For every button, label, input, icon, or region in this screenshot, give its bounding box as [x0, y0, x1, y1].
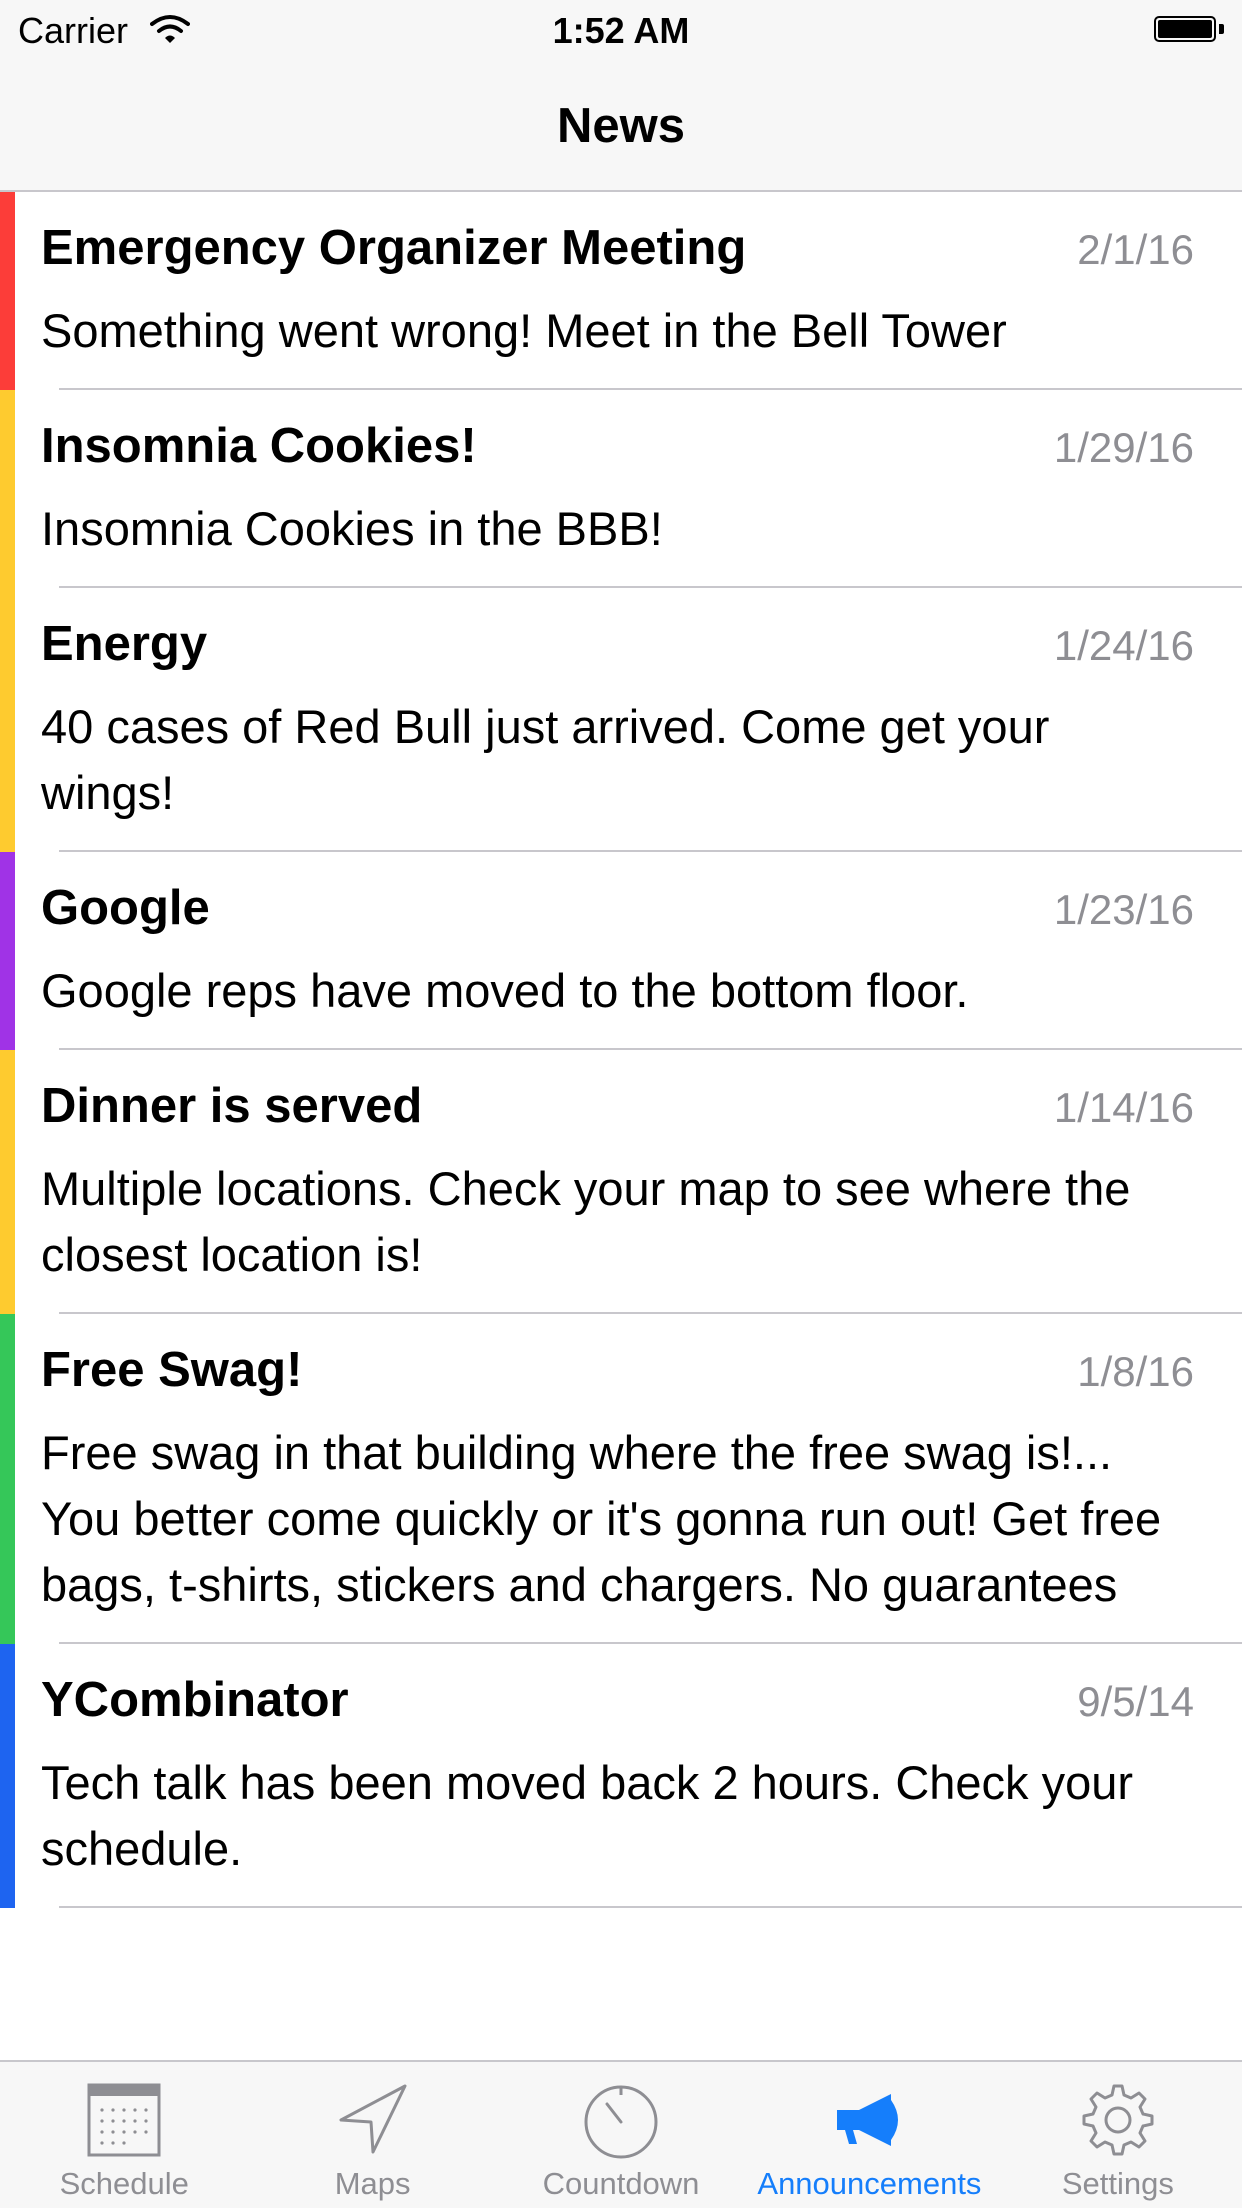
- announcement-title: Google: [41, 881, 210, 935]
- announcement-title: YCombinator: [41, 1673, 349, 1727]
- announcement-row[interactable]: Emergency Organizer Meeting 2/1/16 Somethi…: [0, 192, 1242, 390]
- calendar-icon: [87, 2083, 161, 2157]
- announcement-row[interactable]: Google 1/23/16 Google reps have moved to t…: [0, 852, 1242, 1050]
- tab-label: Announcements: [757, 2166, 982, 2201]
- announcement-title: Free Swag!: [41, 1343, 303, 1397]
- announcement-body: Insomnia Cookies in the BBB!: [41, 502, 663, 555]
- announcement-body: Multiple locations. Check your map to se…: [41, 1162, 1131, 1281]
- announcement-header: YCombinator 9/5/14: [41, 1670, 1194, 1730]
- announcement-title: Dinner is served: [41, 1079, 423, 1133]
- announcement-body: Something went wrong! Meet in the Bell T…: [41, 304, 1007, 357]
- tab-maps[interactable]: Maps: [248, 2062, 496, 2208]
- announcement-header: Insomnia Cookies! 1/29/16: [41, 416, 1194, 476]
- row-separator: [59, 1906, 1242, 1908]
- category-color-bar: [0, 852, 15, 1050]
- status-time: 1:52 AM: [552, 10, 690, 51]
- tab-label: Countdown: [542, 2166, 700, 2201]
- announcement-row[interactable]: Free Swag! 1/8/16 Free swag in that buildi…: [0, 1314, 1242, 1644]
- announcement-row[interactable]: Insomnia Cookies! 1/29/16 Insomnia Cookies…: [0, 390, 1242, 588]
- tab-bar: Schedule Maps Countdown Announcements Se…: [0, 2060, 1242, 2208]
- category-color-bar: [0, 1644, 15, 1908]
- announcement-body: Tech talk has been moved back 2 hours. C…: [41, 1756, 1134, 1875]
- announcement-title: Emergency Organizer Meeting: [41, 221, 747, 275]
- announcement-title: Insomnia Cookies!: [41, 419, 477, 473]
- announcement-header: Free Swag! 1/8/16: [41, 1340, 1194, 1400]
- announcement-body: Google reps have moved to the bottom flo…: [41, 964, 969, 1017]
- tab-label: Schedule: [59, 2166, 189, 2201]
- announcement-date: 1/23/16: [1053, 886, 1194, 933]
- announcement-body: 40 cases of Red Bull just arrived. Come …: [41, 700, 1050, 819]
- category-color-bar: [0, 192, 15, 390]
- announcement-row[interactable]: Energy 1/24/16 40 cases of Red Bull just a…: [0, 588, 1242, 852]
- category-color-bar: [0, 588, 15, 852]
- announcement-header: Emergency Organizer Meeting 2/1/16: [41, 218, 1194, 278]
- navigation-bar: News: [0, 60, 1242, 192]
- announcement-date: 2/1/16: [1077, 226, 1194, 273]
- announcement-date: 9/5/14: [1077, 1678, 1194, 1725]
- announcement-header: Dinner is served 1/14/16: [41, 1076, 1194, 1136]
- announcement-list: Emergency Organizer Meeting 2/1/16 Somethi…: [0, 192, 1242, 1908]
- tab-announcements[interactable]: Announcements: [745, 2062, 993, 2208]
- tab-label: Settings: [1061, 2166, 1174, 2201]
- category-color-bar: [0, 1050, 15, 1314]
- announcement-date: 1/24/16: [1053, 622, 1194, 669]
- announcement-header: Google 1/23/16: [41, 878, 1194, 938]
- announcement-row[interactable]: Dinner is served 1/14/16 Multiple location…: [0, 1050, 1242, 1314]
- status-bar: Carrier 1:52 AM: [0, 0, 1242, 60]
- gear-icon: [1082, 2084, 1154, 2156]
- announcement-date: 1/8/16: [1077, 1348, 1194, 1395]
- location-arrow-icon: [339, 2084, 407, 2154]
- announcement-header: Energy 1/24/16: [41, 614, 1194, 674]
- battery-icon: [1154, 16, 1224, 44]
- announcement-title: Energy: [41, 617, 208, 671]
- tab-schedule[interactable]: Schedule: [0, 2062, 248, 2208]
- announcement-date: 1/14/16: [1053, 1084, 1194, 1131]
- tab-countdown[interactable]: Countdown: [497, 2062, 745, 2208]
- page-title: News: [556, 99, 685, 153]
- announcement-body: Free swag in that building where the fre…: [41, 1426, 1162, 1611]
- tab-label: Maps: [334, 2166, 411, 2201]
- announcement-date: 1/29/16: [1053, 424, 1194, 471]
- tab-settings[interactable]: Settings: [994, 2062, 1242, 2208]
- category-color-bar: [0, 390, 15, 588]
- announcement-row[interactable]: YCombinator 9/5/14 Tech talk has been move…: [0, 1644, 1242, 1908]
- stopwatch-icon: [584, 2085, 658, 2159]
- category-color-bar: [0, 1314, 15, 1644]
- megaphone-icon: [837, 2094, 899, 2146]
